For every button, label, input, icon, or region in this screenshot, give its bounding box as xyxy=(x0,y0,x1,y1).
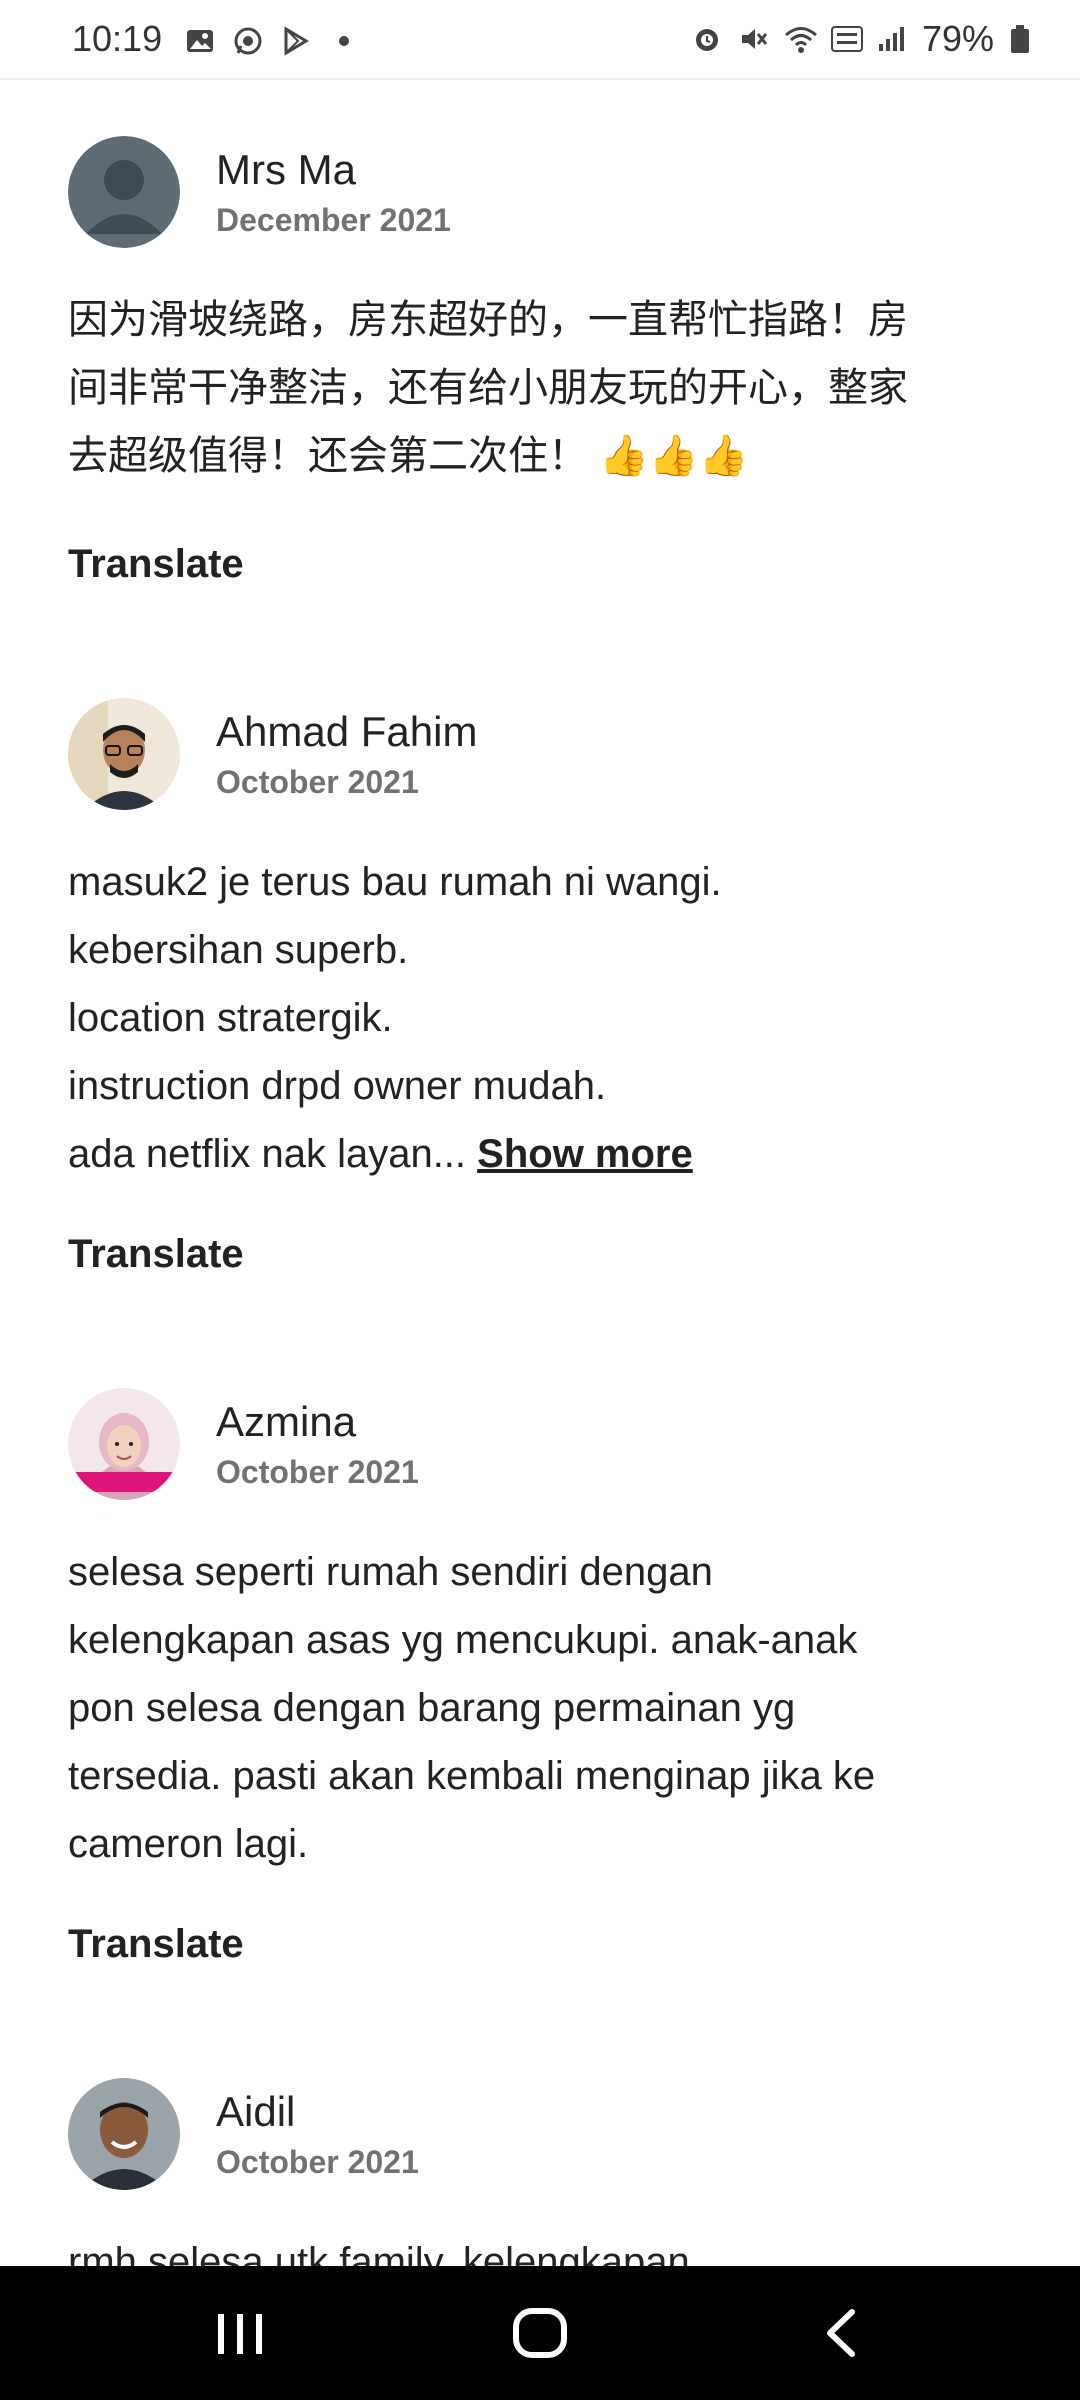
translate-button[interactable]: Translate xyxy=(68,1232,244,1277)
dot-icon xyxy=(329,26,359,56)
review-line: rmh selesa utk family. kelengkapan xyxy=(68,2240,690,2266)
status-time: 10:19 xyxy=(72,18,163,59)
avatar[interactable] xyxy=(68,1388,180,1500)
back-button[interactable] xyxy=(770,2266,910,2400)
status-left-icons xyxy=(185,26,359,56)
review-line: pon selesa dengan barang permainan yg xyxy=(68,1686,796,1730)
signal-icon xyxy=(876,24,906,54)
battery-level: 79% xyxy=(921,18,994,59)
battery-icon xyxy=(1010,24,1040,54)
avatar[interactable] xyxy=(68,2078,180,2190)
volte-icon xyxy=(830,24,863,54)
recents-icon xyxy=(218,2314,262,2354)
review-text: rmh selesa utk family. kelengkapan xyxy=(68,2228,1008,2266)
navigation-bar xyxy=(0,2266,1080,2400)
review-text: masuk2 je terus bau rumah ni wangi. kebe… xyxy=(68,848,1008,1188)
review-text: selesa seperti rumah sendiri dengan kele… xyxy=(68,1538,1008,1878)
home-icon xyxy=(513,2308,567,2358)
review-text: 因为滑坡绕路，房东超好的，一直帮忙指路！房 间非常干净整洁，还有给小朋友玩的开心… xyxy=(68,286,1008,490)
gallery-icon xyxy=(185,26,215,56)
review-line-text: ada netflix nak layan... xyxy=(68,1132,467,1176)
review-line: tersedia. pasti akan kembali menginap ji… xyxy=(68,1754,876,1798)
status-right-icons: 79% xyxy=(692,18,1040,60)
review-date: December 2021 xyxy=(216,202,451,238)
review-line: 间非常干净整洁，还有给小朋友玩的开心，整家 xyxy=(68,366,908,410)
avatar[interactable] xyxy=(68,136,180,248)
show-more-link[interactable]: Show more xyxy=(477,1132,693,1176)
review-line: cameron lagi. xyxy=(68,1822,309,1866)
whatsapp-icon xyxy=(233,26,263,56)
review-date: October 2021 xyxy=(216,2144,419,2180)
review-date: October 2021 xyxy=(216,1454,419,1490)
play-store-icon xyxy=(281,26,311,56)
avatar[interactable] xyxy=(68,698,180,810)
review-line: location stratergik. xyxy=(68,996,393,1040)
review-line: masuk2 je terus bau rumah ni wangi. xyxy=(68,860,722,904)
reviewer-name: Azmina xyxy=(216,1398,357,1445)
review-line: 因为滑坡绕路，房东超好的，一直帮忙指路！房 xyxy=(68,298,908,342)
reviewer-name: Aidil xyxy=(216,2088,296,2135)
review-line: selesa seperti rumah sendiri dengan xyxy=(68,1550,713,1594)
translate-button[interactable]: Translate xyxy=(68,542,244,587)
review-line: instruction drpd owner mudah. xyxy=(68,1064,607,1108)
review-line-text: 去超级值得！还会第二次住！ xyxy=(68,434,588,478)
reviewer-name: Mrs Ma xyxy=(216,146,356,193)
thumbs-up-emoji: 👍👍👍 xyxy=(599,434,749,478)
mute-icon xyxy=(738,24,768,54)
reviews-list[interactable]: Mrs Ma December 2021 因为滑坡绕路，房东超好的，一直帮忙指路… xyxy=(0,80,1080,2266)
reviewer-name: Ahmad Fahim xyxy=(216,708,478,755)
review-date: October 2021 xyxy=(216,764,419,800)
alarm-icon xyxy=(692,24,722,54)
review-line: kebersihan superb. xyxy=(68,928,409,972)
review-line: 去超级值得！还会第二次住！ 👍👍👍 xyxy=(68,422,1008,490)
recents-button[interactable] xyxy=(170,2266,310,2400)
review-line: ada netflix nak layan... Show more xyxy=(68,1120,1008,1188)
review-line: kelengkapan asas yg mencukupi. anak-anak xyxy=(68,1618,858,1662)
translate-button[interactable]: Translate xyxy=(68,1922,244,1967)
back-icon xyxy=(827,2309,855,2357)
wifi-icon xyxy=(784,24,817,54)
status-bar: 10:19 79% xyxy=(0,0,1080,80)
home-button[interactable] xyxy=(470,2266,610,2400)
